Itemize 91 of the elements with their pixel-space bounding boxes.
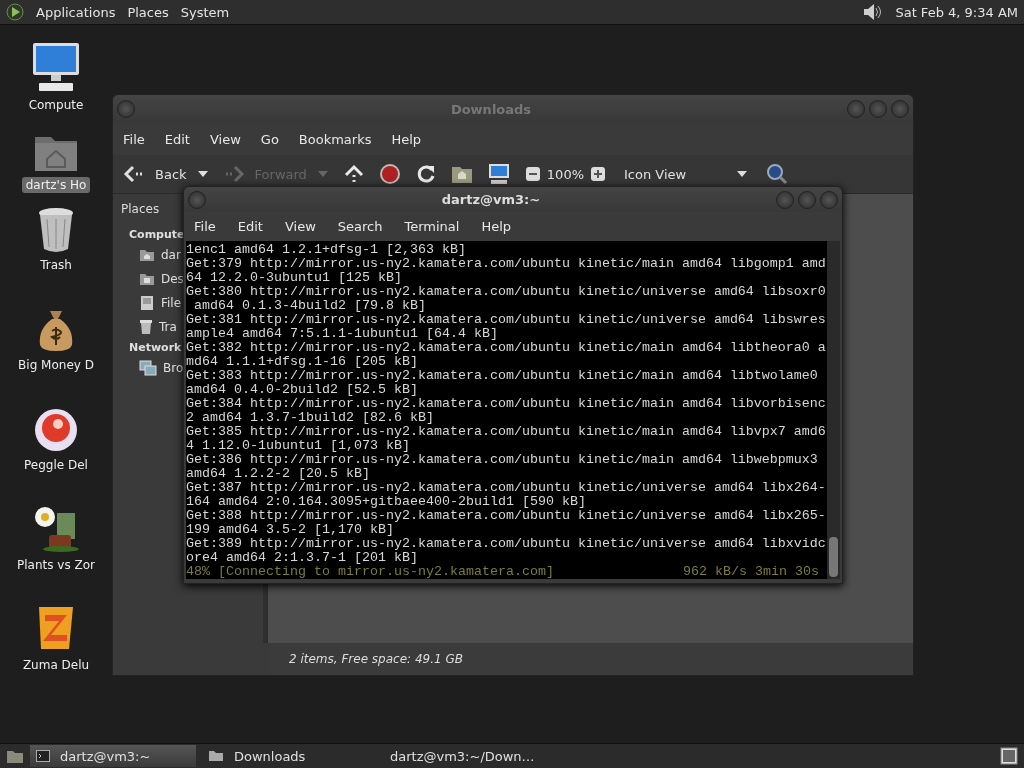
window-title: dartz@vm3:~ bbox=[440, 192, 542, 208]
terminal-line: Get:388 http://mirror.us-ny2.kamatera.com/ubuntu kinetic/universe amd64 libx265- bbox=[186, 509, 827, 523]
scroll-thumb[interactable] bbox=[829, 537, 838, 577]
desktop-icon-label[interactable]: Peggle Del bbox=[20, 457, 92, 473]
desktop-icon-label[interactable]: Big Money D bbox=[14, 357, 98, 373]
zoom-in-icon[interactable] bbox=[590, 166, 606, 182]
desktop-icon-label[interactable]: dartz's Ho bbox=[21, 177, 91, 193]
home-folder-icon[interactable] bbox=[450, 164, 473, 184]
menu-item[interactable]: View bbox=[284, 219, 316, 235]
menu-item[interactable]: Edit bbox=[164, 131, 190, 147]
stop-icon[interactable] bbox=[378, 163, 401, 185]
desktop-icon-label[interactable]: Compute bbox=[24, 97, 88, 113]
terminal-line: 199 amd64 3.5-2 [1,170 kB] bbox=[186, 523, 395, 537]
download-rate: 962 kB/s 3min 30s bbox=[683, 565, 819, 579]
taskbar-button[interactable]: dartz@vm3:~/Down… bbox=[374, 745, 540, 767]
taskbar-button[interactable]: Downloads bbox=[202, 745, 368, 767]
zoom-level: 100% bbox=[546, 166, 584, 182]
play-logo-icon[interactable] bbox=[6, 3, 24, 21]
menu-item[interactable]: File bbox=[123, 131, 145, 147]
terminal-line: amd64 0.1.3-4build2 [79.8 kB] bbox=[193, 299, 427, 313]
computer-icon[interactable] bbox=[486, 163, 511, 185]
terminal-line: md64 1.1.1+dfsg.1-16 [205 kB] bbox=[186, 355, 419, 369]
search-icon[interactable] bbox=[766, 163, 789, 185]
desktop-icon-label[interactable]: Zuma Delu bbox=[18, 657, 94, 673]
computer-icon[interactable] bbox=[31, 41, 81, 93]
back-arrow-icon bbox=[123, 165, 145, 183]
terminal-line: Get:385 http://mirror.us-ny2.kamatera.com/ubuntu kinetic/main amd64 libvpx7 amd6 bbox=[186, 425, 827, 439]
terminal-line: Get:389 http://mirror.us-ny2.kamatera.com/ubuntu kinetic/universe amd64 libxvidc bbox=[186, 537, 827, 551]
menu-item[interactable]: View bbox=[209, 131, 241, 147]
progress-text: 48% [Connecting to mirror.us-ny2.kamatera.com] bbox=[186, 565, 554, 579]
sidebar-item[interactable]: File bbox=[161, 296, 182, 310]
clock[interactable]: Sat Feb 4, 9:34 AM bbox=[895, 4, 1018, 20]
terminal-line: Get:386 http://mirror.us-ny2.kamatera.com/ubuntu kinetic/main amd64 libwebpmux3 bbox=[186, 453, 819, 467]
sidebar-heading: Compute bbox=[128, 228, 185, 241]
terminal-line: 164 amd64 2:0.164.3095+gitbaee400-2build1 [590 kB] bbox=[186, 495, 587, 509]
panel-menu[interactable]: System bbox=[180, 4, 230, 20]
taskbar-button[interactable]: dartz@vm3:~ bbox=[30, 745, 196, 767]
terminal-line: Get:384 http://mirror.us-ny2.kamatera.com/ubuntu kinetic/main amd64 libvorbisenc bbox=[186, 397, 827, 411]
menu-item[interactable]: File bbox=[194, 219, 216, 235]
panel-menu[interactable]: Places bbox=[127, 4, 169, 20]
folder-icon bbox=[208, 750, 224, 762]
terminal-line: Get:380 http://mirror.us-ny2.kamatera.com/ubuntu kinetic/universe amd64 libsoxr0 bbox=[186, 285, 827, 299]
terminal-line: amd64 1.2.2-2 [20.5 kB] bbox=[186, 467, 371, 481]
terminal-line: ore4 amd64 2:1.3.7-1 [201 kB] bbox=[186, 551, 419, 565]
terminal-line: Get:382 http://mirror.us-ny2.kamatera.com/ubuntu kinetic/main amd64 libtheora0 a bbox=[186, 341, 827, 355]
menu-item[interactable]: Go bbox=[260, 131, 279, 147]
terminal-line: 1enc1 amd64 1.2.1+dfsg-1 [2,363 kB] bbox=[186, 243, 467, 257]
terminal-line: Get:381 http://mirror.us-ny2.kamatera.com/ubuntu kinetic/universe amd64 libswres bbox=[186, 313, 827, 327]
terminal-line: amd64 0.4.0-2build2 [52.5 kB] bbox=[186, 383, 419, 397]
trash-icon[interactable] bbox=[37, 207, 75, 253]
zoom-out-icon[interactable] bbox=[524, 166, 541, 182]
menu-item[interactable]: Search bbox=[337, 219, 383, 235]
desktop-icon-label[interactable]: Trash bbox=[36, 257, 76, 273]
sidebar-heading: Network bbox=[128, 341, 182, 354]
status-text: 2 items, Free space: 49.1 GB bbox=[289, 652, 463, 666]
network-icon bbox=[139, 360, 157, 376]
terminal-line: Get:379 http://mirror.us-ny2.kamatera.com/ubuntu kinetic/main amd64 libgomp1 amd bbox=[186, 257, 827, 271]
terminal-line: Get:383 http://mirror.us-ny2.kamatera.com/ubuntu kinetic/main amd64 libtwolame0 bbox=[186, 369, 819, 383]
sidebar-item[interactable]: dar bbox=[161, 248, 181, 262]
view-dropdown[interactable]: Icon View bbox=[620, 166, 753, 182]
caret-icon bbox=[196, 170, 209, 178]
sidebar-item[interactable]: Bro bbox=[163, 361, 184, 375]
desktop-folder-icon bbox=[139, 272, 155, 286]
trash-icon bbox=[139, 319, 153, 335]
terminal-line: 2 amd64 1.3.7-1build2 [82.6 kB] bbox=[186, 411, 435, 425]
terminal-line: Get:387 http://mirror.us-ny2.kamatera.com/ubuntu kinetic/universe amd64 libx264- bbox=[186, 481, 827, 495]
back-button[interactable]: Back bbox=[123, 165, 209, 183]
ball-icon[interactable] bbox=[33, 407, 79, 453]
terminal-icon bbox=[36, 750, 50, 762]
caret-icon bbox=[736, 170, 749, 178]
caret-icon bbox=[316, 170, 329, 178]
terminal-line: 4 1.12.0-1ubuntu1 [1,073 kB] bbox=[186, 439, 411, 453]
terminal-line: 64 12.2.0-3ubuntu1 [125 kB] bbox=[186, 271, 403, 285]
menu-item[interactable]: Edit bbox=[237, 219, 263, 235]
home-folder-icon bbox=[139, 248, 155, 262]
sidebar-item[interactable]: Des bbox=[161, 272, 184, 286]
desktop-icon-label[interactable]: Plants vs Zor bbox=[13, 557, 99, 573]
drive-icon bbox=[139, 295, 155, 311]
up-arrow-icon[interactable] bbox=[342, 164, 365, 184]
menu-item[interactable]: Bookmarks bbox=[298, 131, 372, 147]
speaker-icon[interactable] bbox=[861, 2, 884, 22]
workspace-icon[interactable] bbox=[1000, 747, 1018, 765]
window-title: Downloads bbox=[449, 101, 533, 117]
sidebar-title[interactable]: Places bbox=[117, 200, 164, 218]
panel-menu[interactable]: Applications bbox=[36, 4, 116, 20]
terminal-line: ample4 amd64 7:5.1.1-1ubuntu1 [64.4 kB] bbox=[186, 327, 499, 341]
menu-item[interactable]: Help bbox=[391, 131, 422, 147]
menu-item[interactable]: Terminal bbox=[404, 219, 460, 235]
scrollbar[interactable] bbox=[827, 241, 840, 579]
sidebar-item[interactable]: Tra bbox=[159, 320, 177, 334]
menu-item[interactable]: Help bbox=[481, 219, 512, 235]
